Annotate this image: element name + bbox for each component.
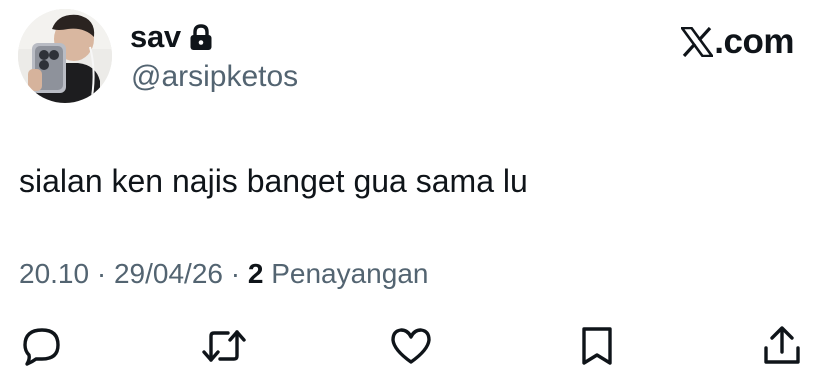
views-count: 2 xyxy=(247,258,264,289)
avatar[interactable] xyxy=(18,9,112,103)
tweet-text: sialan ken najis banget gua sama lu xyxy=(19,163,528,199)
bookmark-button[interactable] xyxy=(575,324,619,368)
brand-suffix: .com xyxy=(714,22,794,61)
meta-separator: · xyxy=(96,258,107,289)
lock-icon xyxy=(189,23,213,51)
tweet-date[interactable]: 29/04/26 xyxy=(114,258,223,289)
bookmark-icon xyxy=(577,324,617,368)
repost-button[interactable] xyxy=(202,324,246,368)
tweet-time[interactable]: 20.10 xyxy=(19,258,89,289)
display-name-row: sav xyxy=(130,20,213,54)
x-logo-icon xyxy=(681,27,714,57)
action-bar xyxy=(0,318,828,374)
brand-logo: .com xyxy=(681,22,794,62)
share-upload-icon xyxy=(760,324,804,368)
tweet-meta: 20.10 · 29/04/26 · 2 Penayangan xyxy=(19,256,428,292)
repost-arrows-icon xyxy=(201,324,247,368)
like-button[interactable] xyxy=(389,324,433,368)
speech-bubble-icon xyxy=(20,324,64,368)
heart-icon xyxy=(388,324,434,368)
user-handle[interactable]: @arsipketos xyxy=(131,60,298,94)
display-name[interactable]: sav xyxy=(130,20,181,54)
meta-separator: · xyxy=(230,258,241,289)
share-button[interactable] xyxy=(760,324,804,368)
views-label: Penayangan xyxy=(271,258,429,289)
reply-button[interactable] xyxy=(20,324,64,368)
